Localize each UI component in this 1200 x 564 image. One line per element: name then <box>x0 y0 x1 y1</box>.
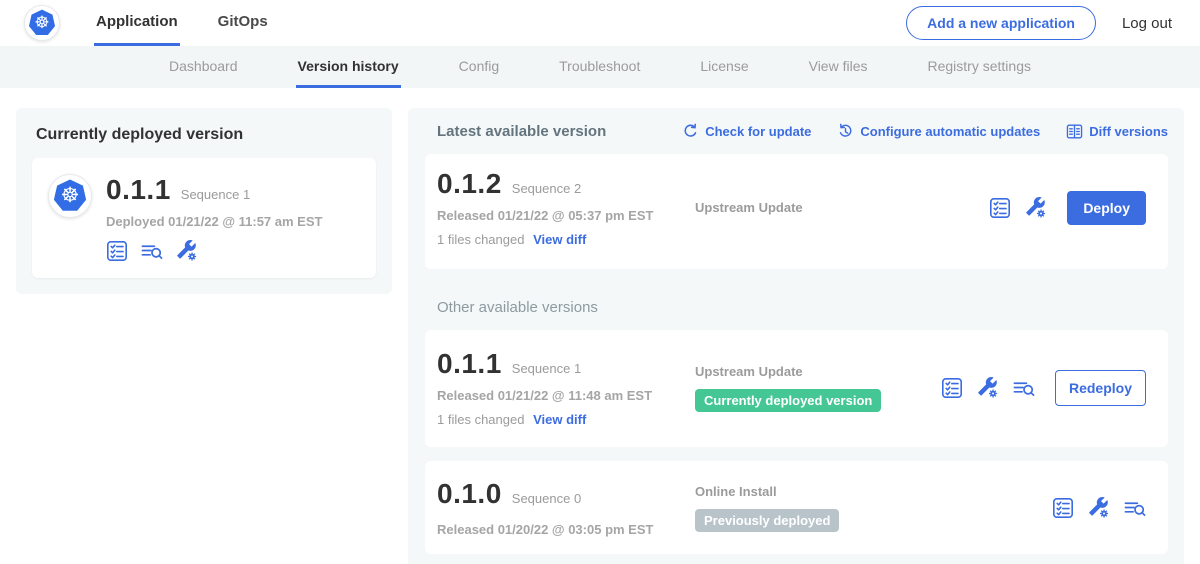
nav-dashboard[interactable]: Dashboard <box>167 46 240 88</box>
version-number: 0.1.2 <box>437 168 502 200</box>
nav-registry-settings[interactable]: Registry settings <box>926 46 1033 88</box>
nav-version-history[interactable]: Version history <box>296 46 401 88</box>
version-card-0-1-1: 0.1.1 Sequence 1 Released 01/21/22 @ 11:… <box>425 330 1168 447</box>
app-logo: ☸ <box>48 174 92 218</box>
deployed-version-number: 0.1.1 <box>106 174 171 206</box>
kubernetes-heptagon: ☸ <box>53 179 87 213</box>
logout-button[interactable]: Log out <box>1122 15 1172 32</box>
deployed-sequence-label: Sequence 1 <box>181 187 250 202</box>
edit-config-icon[interactable] <box>977 377 999 399</box>
check-for-update-link[interactable]: Check for update <box>682 123 811 140</box>
released-timestamp: Released 01/20/22 @ 03:05 pm EST <box>437 522 695 537</box>
files-changed: 1 files changed View diff <box>437 232 695 247</box>
version-actions-group <box>1052 497 1146 519</box>
files-changed: 1 files changed View diff <box>437 412 695 427</box>
sequence-label: Sequence 1 <box>512 361 581 376</box>
configure-automatic-updates-label: Configure automatic updates <box>860 124 1040 139</box>
version-actions-group: Deploy <box>989 191 1146 225</box>
nav-view-files[interactable]: View files <box>807 46 870 88</box>
refresh-icon <box>682 123 699 140</box>
nav-license[interactable]: License <box>698 46 750 88</box>
section-nav: Dashboard Version history Config Trouble… <box>0 46 1200 88</box>
view-logs-icon[interactable] <box>1124 497 1146 519</box>
tab-gitops[interactable]: GitOps <box>216 0 270 46</box>
helm-wheel-icon: ☸ <box>61 185 80 206</box>
source-label: Online Install <box>695 484 1052 499</box>
header-spacer <box>270 0 906 46</box>
version-source: Online Install Previously deployed <box>695 484 1052 532</box>
release-notes-icon[interactable] <box>1052 497 1074 519</box>
edit-config-icon[interactable] <box>1088 497 1110 519</box>
view-diff-link[interactable]: View diff <box>533 412 586 427</box>
view-logs-icon[interactable] <box>141 240 163 262</box>
version-info: 0.1.0 Sequence 0 Released 01/20/22 @ 03:… <box>437 478 695 537</box>
deploy-button[interactable]: Deploy <box>1067 191 1146 225</box>
version-actions-group: Redeploy <box>941 370 1146 406</box>
deployed-version-card: ☸ 0.1.1 Sequence 1 Deployed 01/21/22 @ 1… <box>32 158 376 278</box>
redeploy-button[interactable]: Redeploy <box>1055 370 1146 406</box>
kubernetes-logo: ☸ <box>24 5 60 41</box>
available-versions-panel: Latest available version Check for updat… <box>408 108 1184 564</box>
files-changed-count: 1 files changed <box>437 232 524 247</box>
schedule-update-icon <box>837 123 854 140</box>
add-application-button[interactable]: Add a new application <box>906 6 1096 40</box>
currently-deployed-badge: Currently deployed version <box>695 389 881 412</box>
files-changed-count: 1 files changed <box>437 412 524 427</box>
diff-versions-link[interactable]: Diff versions <box>1066 123 1168 140</box>
version-card-0-1-0: 0.1.0 Sequence 0 Released 01/20/22 @ 03:… <box>425 461 1168 554</box>
version-actions: Check for update Configure automatic upd… <box>682 123 1168 140</box>
helm-wheel-icon: ☸ <box>34 14 49 31</box>
released-timestamp: Released 01/21/22 @ 11:48 am EST <box>437 388 695 403</box>
version-source: Upstream Update Currently deployed versi… <box>695 364 941 412</box>
sequence-label: Sequence 0 <box>512 491 581 506</box>
edit-config-icon[interactable] <box>1025 197 1047 219</box>
release-notes-icon[interactable] <box>989 197 1011 219</box>
released-timestamp: Released 01/21/22 @ 05:37 pm EST <box>437 208 695 223</box>
source-label: Upstream Update <box>695 364 941 379</box>
latest-available-title: Latest available version <box>437 123 606 140</box>
release-notes-icon[interactable] <box>941 377 963 399</box>
edit-config-icon[interactable] <box>176 240 198 262</box>
source-label: Upstream Update <box>695 200 989 215</box>
view-diff-link[interactable]: View diff <box>533 232 586 247</box>
release-notes-icon[interactable] <box>106 240 128 262</box>
nav-config[interactable]: Config <box>457 46 501 88</box>
version-source: Upstream Update <box>695 200 989 215</box>
diff-versions-label: Diff versions <box>1089 124 1168 139</box>
version-number: 0.1.0 <box>437 478 502 510</box>
other-available-title: Other available versions <box>437 299 1168 316</box>
tab-application[interactable]: Application <box>94 0 180 46</box>
view-logs-icon[interactable] <box>1013 377 1035 399</box>
check-for-update-label: Check for update <box>705 124 811 139</box>
version-number: 0.1.1 <box>437 348 502 380</box>
diff-icon <box>1066 123 1083 140</box>
deployed-panel-title: Currently deployed version <box>36 126 376 144</box>
nav-troubleshoot[interactable]: Troubleshoot <box>557 46 642 88</box>
version-info: 0.1.2 Sequence 2 Released 01/21/22 @ 05:… <box>437 168 695 247</box>
version-card-0-1-2: 0.1.2 Sequence 2 Released 01/21/22 @ 05:… <box>425 154 1168 269</box>
top-header: ☸ Application GitOps Add a new applicati… <box>0 0 1200 46</box>
previously-deployed-badge: Previously deployed <box>695 509 839 532</box>
sequence-label: Sequence 2 <box>512 181 581 196</box>
configure-automatic-updates-link[interactable]: Configure automatic updates <box>837 123 1040 140</box>
kubernetes-heptagon: ☸ <box>28 9 56 37</box>
version-info: 0.1.1 Sequence 1 Released 01/21/22 @ 11:… <box>437 348 695 427</box>
deployed-version-info: 0.1.1 Sequence 1 Deployed 01/21/22 @ 11:… <box>106 174 322 262</box>
currently-deployed-panel: Currently deployed version ☸ 0.1.1 Seque… <box>16 108 392 294</box>
app-tabs: Application GitOps <box>94 0 270 46</box>
deployed-timestamp: Deployed 01/21/22 @ 11:57 am EST <box>106 214 322 229</box>
main-content: Currently deployed version ☸ 0.1.1 Seque… <box>0 88 1200 564</box>
